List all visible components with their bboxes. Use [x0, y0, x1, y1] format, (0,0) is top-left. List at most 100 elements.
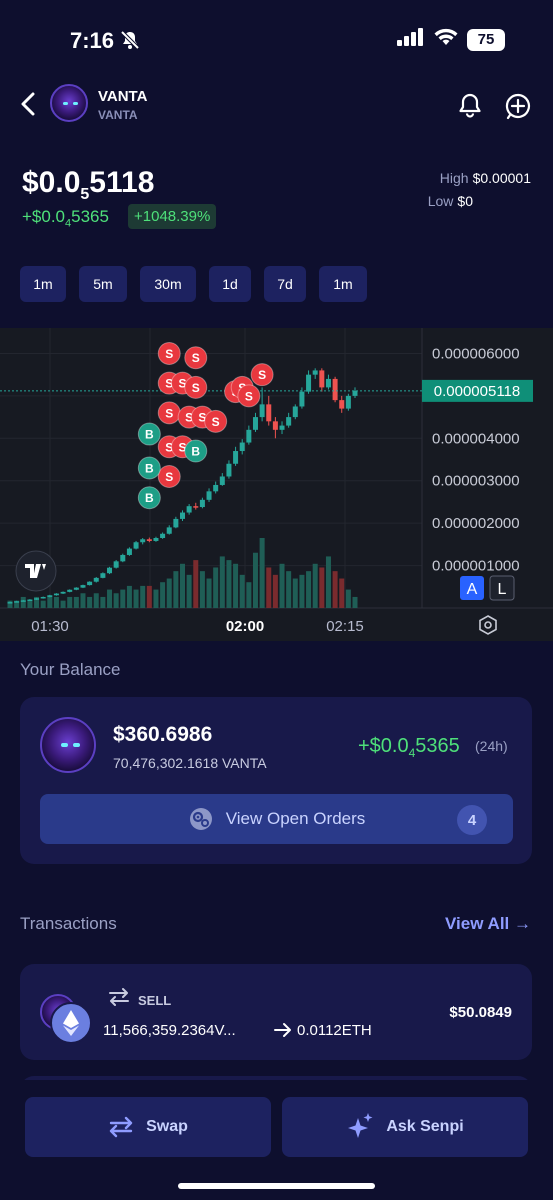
- y-tick-label: 0.000003000: [432, 473, 520, 490]
- candle-body: [252, 417, 258, 430]
- back-chevron-icon[interactable]: [20, 92, 36, 121]
- candle-body: [186, 506, 192, 513]
- volume-bar: [299, 574, 305, 608]
- volume-bar: [219, 556, 225, 608]
- candle-body: [34, 598, 40, 600]
- volume-bar: [233, 563, 239, 608]
- volume-bar: [193, 560, 199, 608]
- volume-bar: [160, 582, 166, 608]
- sparkle-icon: [346, 1112, 374, 1142]
- volume-bar: [226, 560, 232, 608]
- volume-bar: [120, 589, 126, 608]
- volume-bar: [186, 574, 192, 608]
- x-tick-label: 02:00: [226, 618, 264, 635]
- volume-bar: [339, 578, 345, 608]
- signal-icon: [397, 28, 425, 51]
- balance-change-period: (24h): [475, 738, 508, 754]
- candle-body: [133, 542, 139, 549]
- arrow-right-icon: [273, 1021, 293, 1044]
- volume-bar: [53, 596, 59, 608]
- sell-marker-label: S: [258, 368, 266, 382]
- candle-body: [47, 595, 53, 597]
- volume-bar: [279, 563, 285, 608]
- candle-body: [140, 539, 146, 543]
- candle-body: [306, 374, 312, 392]
- volume-bar: [180, 563, 185, 608]
- candle-body: [53, 593, 59, 596]
- x-tick-label: 02:15: [326, 618, 364, 635]
- volume-bar: [73, 596, 79, 608]
- timeframe-button[interactable]: 5m: [79, 266, 127, 302]
- timeframe-button[interactable]: 30m: [140, 266, 196, 302]
- volume-bar: [40, 600, 46, 608]
- volume-bar: [93, 593, 99, 608]
- sell-marker-label: S: [192, 381, 200, 395]
- volume-bar: [259, 538, 265, 608]
- candle-body: [146, 539, 152, 541]
- candle-body: [219, 476, 225, 485]
- volume-bar: [286, 571, 292, 608]
- buy-marker-label: B: [191, 445, 200, 459]
- candle-body: [20, 600, 26, 602]
- volume-bar: [213, 567, 219, 608]
- candle-body: [27, 599, 33, 602]
- candle-body: [180, 512, 185, 519]
- timeframe-button[interactable]: 1m: [20, 266, 66, 302]
- candle-body: [332, 378, 338, 401]
- volume-bar: [332, 571, 338, 608]
- y-tick-label: 0.000001000: [432, 558, 520, 575]
- candle-body: [259, 404, 265, 418]
- gears-icon: [188, 806, 214, 832]
- candle-body: [100, 573, 106, 578]
- swap-button[interactable]: Swap: [25, 1097, 271, 1157]
- price-chart[interactable]: 0.000005118 0.000006000 0.000004000 0.00000…: [0, 328, 553, 641]
- balance-usd: $360.6986: [113, 723, 213, 746]
- candle-body: [226, 463, 232, 477]
- ask-senpi-button[interactable]: Ask Senpi: [282, 1097, 528, 1157]
- transactions-section-title: Transactions: [20, 914, 117, 933]
- timeframe-button[interactable]: 1m: [319, 266, 367, 302]
- swap-arrows-icon: [107, 986, 131, 1013]
- y-tick-label: 0.000002000: [432, 515, 520, 532]
- sell-marker-label: S: [165, 347, 173, 361]
- eth-icon: [50, 1002, 92, 1044]
- transaction-row[interactable]: SELL 11,566,359.2364V... 0.0112ETH $50.0…: [20, 964, 532, 1060]
- volume-bar: [173, 571, 179, 608]
- volume-bar: [133, 589, 139, 608]
- candle-body: [160, 533, 166, 538]
- volume-bar: [345, 589, 351, 608]
- volume-bar: [206, 578, 212, 608]
- chart-canvas[interactable]: 0.000005118 0.000006000 0.000004000 0.00000…: [0, 328, 553, 641]
- candle-body: [292, 406, 298, 418]
- sell-marker-label: S: [245, 389, 253, 403]
- balance-tokens: 70,476,302.1618 VANTA: [113, 755, 267, 771]
- view-open-orders-button[interactable]: View Open Orders 4: [40, 794, 513, 844]
- candle-body: [173, 518, 179, 528]
- transaction-usd-value: $50.0849: [449, 1004, 512, 1021]
- volume-bar: [80, 593, 86, 608]
- swap-arrows-icon: [108, 1115, 134, 1139]
- candle-body: [193, 506, 199, 508]
- volume-bar: [252, 552, 258, 608]
- add-circle-icon[interactable]: [504, 92, 532, 125]
- candle-body: [73, 587, 79, 590]
- timeframe-button[interactable]: 7d: [264, 266, 306, 302]
- candle-body: [206, 491, 212, 500]
- volume-bar: [107, 589, 113, 608]
- candle-body: [40, 596, 46, 599]
- timeframe-button[interactable]: 1d: [209, 266, 251, 302]
- volume-bar: [199, 571, 205, 608]
- volume-bar: [140, 585, 146, 608]
- bell-icon[interactable]: [457, 92, 483, 123]
- view-all-transactions-link[interactable]: View All →: [445, 914, 531, 934]
- buy-marker-label: B: [145, 462, 154, 476]
- volume-bar: [166, 578, 172, 608]
- volume-bar: [292, 578, 298, 608]
- candle-body: [153, 538, 159, 541]
- candle-body: [80, 585, 86, 588]
- candle-body: [325, 378, 331, 388]
- candle-body: [319, 370, 325, 388]
- candle-body: [345, 395, 351, 409]
- candle-body: [87, 581, 93, 586]
- open-orders-count: 4: [457, 805, 487, 835]
